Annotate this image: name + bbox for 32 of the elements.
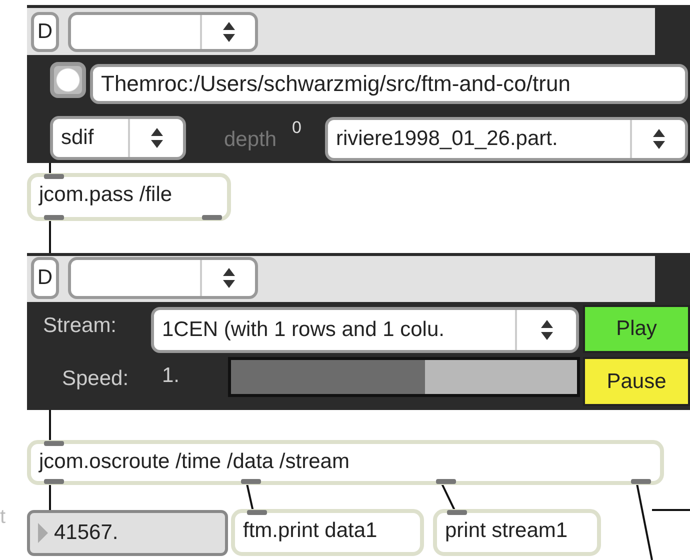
object-box[interactable]: jcom.pass /file: [27, 173, 231, 221]
up-down-arrows-icon: [540, 319, 554, 341]
up-down-arrows-icon: [222, 267, 236, 289]
object-box[interactable]: jcom.oscroute /time /data /stream: [27, 440, 664, 485]
d-button[interactable]: D: [31, 12, 59, 52]
number-box[interactable]: 41567.: [27, 510, 228, 556]
pause-button[interactable]: Pause: [583, 357, 690, 406]
d-button[interactable]: D: [31, 257, 59, 299]
path-field[interactable]: Themroc:/Users/schwarzmig/src/ftm-and-co/trun: [90, 64, 688, 104]
stream-menu[interactable]: 1CEN (with 1 rows and 1 colu.: [151, 307, 579, 353]
play-button[interactable]: Play: [583, 305, 690, 353]
file-menu[interactable]: riviere1998_01_26.part.: [325, 117, 688, 161]
depth-label: depth: [224, 128, 277, 152]
speed-slider[interactable]: [228, 357, 580, 397]
toggle[interactable]: [50, 62, 86, 98]
depth-value: 0: [292, 118, 302, 138]
triangle-icon: [38, 523, 48, 543]
patch-cord: [441, 484, 456, 512]
object-box[interactable]: ftm.print data1: [231, 509, 424, 556]
edge-text: t: [0, 506, 6, 529]
up-down-arrows-icon: [652, 128, 666, 150]
patch-cord: [246, 484, 254, 512]
dropdown-menu[interactable]: [68, 12, 258, 52]
object-box[interactable]: print stream1: [433, 509, 601, 556]
speed-value: 1.: [162, 364, 180, 388]
stream-label: Stream:: [43, 314, 117, 338]
dropdown-menu[interactable]: [68, 257, 258, 299]
format-menu[interactable]: sdif: [50, 116, 186, 160]
up-down-arrows-icon: [222, 21, 236, 43]
speed-label: Speed:: [62, 367, 129, 391]
number-value: 41567.: [54, 521, 118, 545]
up-down-arrows-icon: [150, 127, 164, 149]
